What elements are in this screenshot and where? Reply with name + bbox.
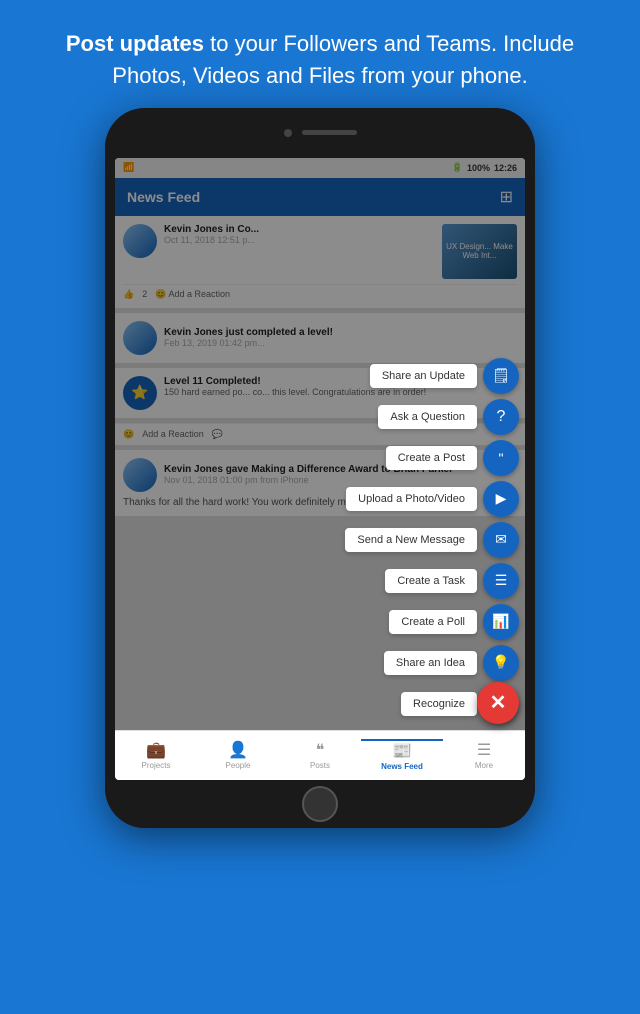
fab-label-create-task: Create a Task: [385, 569, 477, 593]
fab-menu: Share an Update 🗒 Ask a Question ? Creat…: [345, 358, 519, 722]
people-label: People: [226, 761, 251, 770]
projects-label: Projects: [142, 761, 171, 770]
fab-item-share-idea[interactable]: Share an Idea 💡: [384, 645, 519, 681]
fab-item-create-post[interactable]: Create a Post ": [386, 440, 519, 476]
fab-item-share-update[interactable]: Share an Update 🗒: [370, 358, 519, 394]
newsfeed-icon: 📰: [392, 741, 412, 761]
fab-close-fixed[interactable]: ✕: [477, 682, 519, 724]
phone-bottom-bar: [105, 780, 535, 828]
fab-label-send-message: Send a New Message: [345, 528, 477, 552]
nav-item-newsfeed[interactable]: 📰 News Feed: [361, 739, 443, 771]
posts-label: Posts: [310, 761, 330, 770]
projects-icon: 💼: [146, 740, 166, 760]
fab-item-create-poll[interactable]: Create a Poll 📊: [389, 604, 519, 640]
fab-btn-create-poll[interactable]: 📊: [483, 604, 519, 640]
fab-btn-send-message[interactable]: ✉: [483, 522, 519, 558]
fab-item-send-message[interactable]: Send a New Message ✉: [345, 522, 519, 558]
home-button[interactable]: [302, 786, 338, 822]
phone-top-bar: [105, 108, 535, 158]
fab-btn-create-post[interactable]: ": [483, 440, 519, 476]
fab-label-upload-photo: Upload a Photo/Video: [346, 487, 477, 511]
phone-frame: 📶 🔋 100% 12:26 News Feed ⊞ Kevin Jones i…: [105, 108, 535, 828]
fab-label-recognize: Recognize: [401, 692, 477, 716]
bottom-nav: 💼 Projects 👤 People ❝ Posts 📰 News Feed …: [115, 730, 525, 780]
fab-item-create-task[interactable]: Create a Task ☰: [385, 563, 519, 599]
fab-btn-share-update[interactable]: 🗒: [483, 358, 519, 394]
more-icon: ☰: [477, 740, 491, 760]
people-icon: 👤: [228, 740, 248, 760]
fab-btn-share-idea[interactable]: 💡: [483, 645, 519, 681]
newsfeed-label: News Feed: [381, 762, 423, 771]
phone-speaker: [302, 130, 357, 135]
nav-item-projects[interactable]: 💼 Projects: [115, 740, 197, 770]
nav-item-more[interactable]: ☰ More: [443, 740, 525, 770]
nav-item-posts[interactable]: ❝ Posts: [279, 740, 361, 770]
header-bold: Post updates: [66, 31, 204, 56]
fab-label-share-update: Share an Update: [370, 364, 477, 388]
fab-label-ask-question: Ask a Question: [378, 405, 477, 429]
fab-item-ask-question[interactable]: Ask a Question ?: [378, 399, 519, 435]
fab-item-upload-photo[interactable]: Upload a Photo/Video ▶: [346, 481, 519, 517]
fab-label-share-idea: Share an Idea: [384, 651, 477, 675]
fab-btn-upload-photo[interactable]: ▶: [483, 481, 519, 517]
header-section: Post updates to your Followers and Teams…: [0, 0, 640, 108]
more-label: More: [475, 761, 493, 770]
posts-icon: ❝: [316, 740, 325, 760]
phone-screen: 📶 🔋 100% 12:26 News Feed ⊞ Kevin Jones i…: [115, 158, 525, 780]
fab-label-create-post: Create a Post: [386, 446, 477, 470]
fab-btn-ask-question[interactable]: ?: [483, 399, 519, 435]
fab-label-create-poll: Create a Poll: [389, 610, 477, 634]
phone-camera: [284, 129, 292, 137]
fab-btn-create-task[interactable]: ☰: [483, 563, 519, 599]
nav-item-people[interactable]: 👤 People: [197, 740, 279, 770]
